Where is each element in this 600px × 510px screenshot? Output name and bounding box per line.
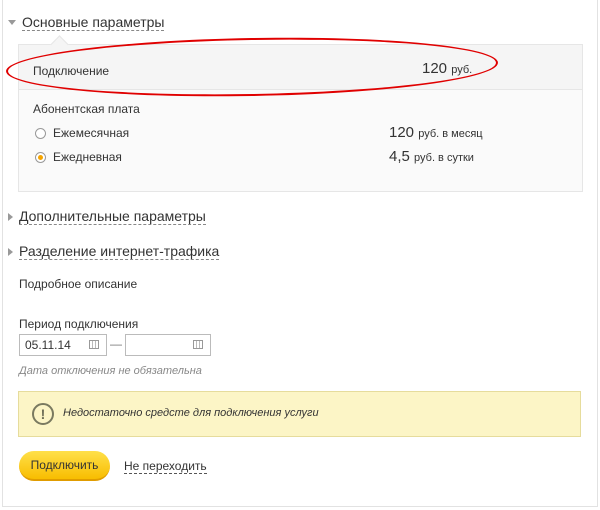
fee-option-monthly-label: Ежемесячная: [53, 126, 130, 140]
fee-daily-price-unit: руб. в сутки: [414, 152, 474, 164]
section-traffic-title: Разделение интернет-трафика: [19, 243, 220, 260]
fee-daily-price-value: 4,5: [389, 148, 410, 165]
connection-price-value: 120: [422, 60, 448, 77]
fee-daily-price: 4,5 руб. в сутки: [389, 148, 474, 165]
section-extra-toggle[interactable]: Дополнительные параметры: [8, 208, 206, 225]
section-main-title: Основные параметры: [22, 14, 165, 31]
chevron-right-icon: [8, 247, 13, 256]
section-main-toggle[interactable]: Основные параметры: [8, 14, 165, 31]
connection-label: Подключение: [33, 64, 110, 78]
connect-button[interactable]: Подключить: [19, 451, 110, 481]
start-date-input[interactable]: 05.11.14: [19, 334, 107, 356]
period-label: Период подключения: [19, 317, 139, 331]
period-hint: Дата отключения не обязательна: [19, 365, 202, 377]
section-traffic-toggle[interactable]: Разделение интернет-трафика: [8, 243, 220, 260]
chevron-down-icon: [8, 20, 16, 25]
fee-monthly-price: 120 руб. в месяц: [389, 124, 483, 141]
connection-price: 120 руб.: [422, 60, 472, 77]
section-extra-title: Дополнительные параметры: [19, 208, 206, 225]
calendar-icon[interactable]: [89, 340, 99, 349]
fee-monthly-price-unit: руб. в месяц: [418, 128, 483, 140]
chevron-right-icon: [8, 212, 13, 221]
connection-row: Подключение 120 руб.: [19, 35, 582, 90]
fee-monthly-price-value: 120: [389, 124, 415, 141]
calendar-icon[interactable]: [193, 340, 203, 349]
main-parameters-panel: Подключение 120 руб. Абонентская плата Е…: [18, 35, 583, 192]
exclamation-circle-icon: !: [32, 403, 54, 425]
fee-label: Абонентская плата: [33, 102, 140, 116]
details-link[interactable]: Подробное описание: [19, 277, 137, 291]
date-separator: —: [110, 337, 122, 351]
alert-box: ! Недостаточно средсте для подключения у…: [18, 391, 581, 437]
alert-text: Недостаточно средсте для подключения усл…: [63, 407, 319, 419]
connection-price-unit: руб.: [451, 64, 473, 76]
end-date-input[interactable]: [125, 334, 211, 356]
radio-daily[interactable]: [35, 152, 46, 163]
fee-option-daily-label: Ежедневная: [53, 150, 122, 164]
skip-link[interactable]: Не переходить: [124, 459, 207, 474]
start-date-value: 05.11.14: [25, 338, 71, 352]
radio-monthly[interactable]: [35, 128, 46, 139]
